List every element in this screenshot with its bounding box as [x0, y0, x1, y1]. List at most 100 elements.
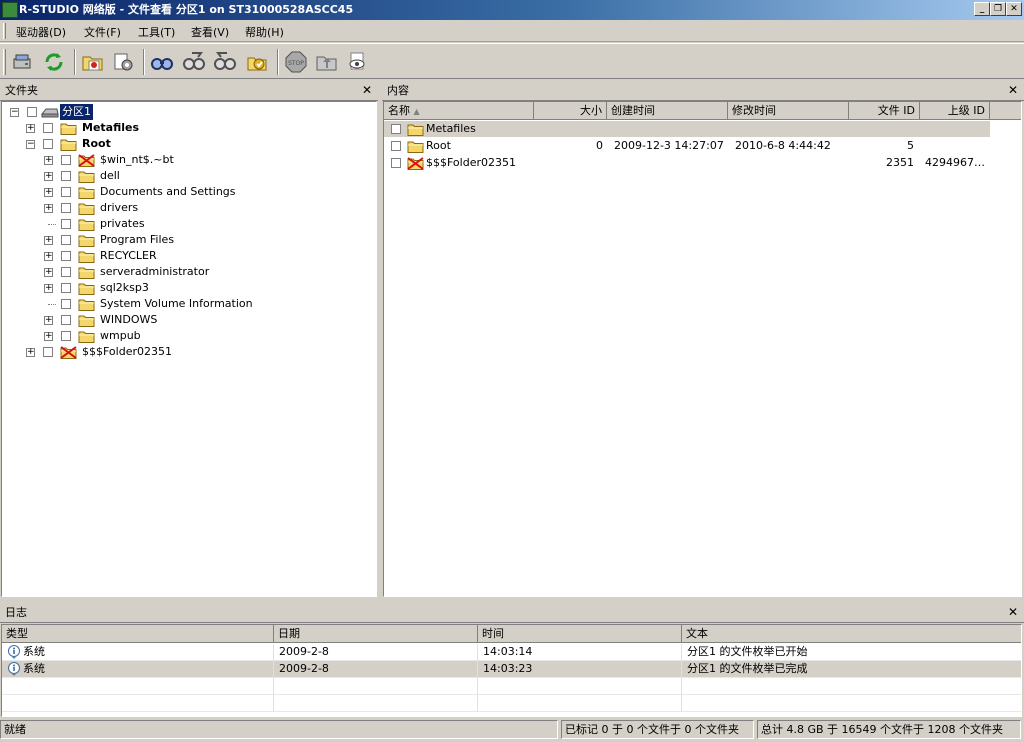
find-icon[interactable] — [150, 50, 174, 74]
expand-icon[interactable]: + — [26, 348, 35, 357]
mark-icon[interactable] — [245, 50, 269, 74]
contents-list[interactable]: 名称 ▲ 大小 创建时间 修改时间 文件 ID 上级 ID Metafiles R… — [383, 101, 1022, 597]
expand-icon[interactable]: + — [44, 188, 53, 197]
menu-grip[interactable] — [3, 23, 6, 39]
tree-item[interactable]: + dell — [2, 168, 372, 184]
preview-icon[interactable] — [346, 50, 370, 74]
row-checkbox[interactable] — [391, 124, 401, 134]
expand-icon[interactable]: + — [44, 204, 53, 213]
tree-item-checkbox[interactable] — [61, 235, 71, 245]
tree-item[interactable]: + wmpub — [2, 328, 372, 344]
tree-item-checkbox[interactable] — [61, 267, 71, 277]
tree-item[interactable]: + $win_nt$.~bt — [2, 152, 372, 168]
expand-icon[interactable]: + — [26, 124, 35, 133]
tree-item[interactable]: System Volume Information — [2, 296, 372, 312]
folder-tree[interactable]: − 分区1 + Metafiles − Root + $win_nt$.~bt + dell +… — [1, 101, 377, 597]
tree-item-checkbox[interactable] — [61, 299, 71, 309]
tree-item[interactable]: + RECYCLER — [2, 248, 372, 264]
expand-icon[interactable]: + — [44, 316, 53, 325]
col-header-modified[interactable]: 修改时间 — [728, 102, 849, 120]
tree-item-checkbox[interactable] — [61, 203, 71, 213]
expand-icon[interactable]: + — [44, 236, 53, 245]
row-checkbox[interactable] — [391, 141, 401, 151]
find-previous-icon[interactable] — [213, 50, 237, 74]
tree-root-row[interactable]: − 分区1 — [2, 103, 372, 121]
tree-item[interactable]: + WINDOWS — [2, 312, 372, 328]
expand-icon[interactable]: + — [44, 284, 53, 293]
tree-item[interactable]: + serveradministrator — [2, 264, 372, 280]
menu-drives[interactable]: 驱动器(D) — [16, 24, 66, 40]
tree-item-checkbox[interactable] — [61, 171, 71, 181]
table-row[interactable]: $$$Folder02351 2351 4294967… — [384, 155, 990, 171]
tree-item[interactable]: + drivers — [2, 200, 372, 216]
expand-icon[interactable]: + — [44, 156, 53, 165]
properties-icon[interactable] — [112, 50, 136, 74]
tree-item-checkbox[interactable] — [61, 219, 71, 229]
col-header-parent-id[interactable]: 上级 ID — [920, 102, 990, 120]
tree-item-checkbox[interactable] — [61, 283, 71, 293]
log-col-header-text[interactable]: 文本 — [682, 625, 1021, 643]
expand-icon[interactable]: + — [44, 252, 53, 261]
tree-item[interactable]: privates — [2, 216, 372, 232]
tree-item[interactable]: + Documents and Settings — [2, 184, 372, 200]
close-icon[interactable]: ✕ — [1008, 80, 1018, 101]
menu-file[interactable]: 文件(F) — [84, 24, 121, 40]
refresh-icon[interactable] — [42, 50, 66, 74]
log-row[interactable]: 系统 2009-2-8 14:03:14 分区1 的文件枚举已开始 — [2, 644, 1021, 661]
minimize-button[interactable]: _ — [974, 2, 990, 16]
menu-view[interactable]: 查看(V) — [191, 24, 229, 40]
log-col-header-type[interactable]: 类型 — [2, 625, 274, 643]
up-folder-icon[interactable] — [315, 50, 339, 74]
vertical-splitter[interactable] — [378, 80, 382, 598]
close-icon[interactable]: ✕ — [362, 80, 372, 101]
folder-icon — [78, 250, 95, 263]
tree-item[interactable]: + sql2ksp3 — [2, 280, 372, 296]
col-header-file-id[interactable]: 文件 ID — [849, 102, 920, 120]
title-bar[interactable]: R-STUDIO 网络版 - 文件查看 分区1 on ST31000528ASC… — [0, 0, 1024, 20]
log-cell-time: 14:03:23 — [483, 662, 533, 675]
tree-item-checkbox[interactable] — [43, 347, 53, 357]
table-row[interactable]: Root 0 2009-12-3 14:27:07 2010-6-8 4:44:42 5 — [384, 138, 990, 154]
new-folder-icon[interactable] — [81, 50, 105, 74]
expand-icon[interactable]: + — [44, 172, 53, 181]
stop-icon[interactable]: STOP — [284, 50, 308, 74]
collapse-icon[interactable]: − — [26, 140, 35, 149]
close-button[interactable]: ✕ — [1006, 2, 1022, 16]
expand-icon[interactable]: + — [44, 332, 53, 341]
col-header-created[interactable]: 创建时间 — [607, 102, 728, 120]
menu-tools[interactable]: 工具(T) — [138, 24, 175, 40]
tree-item[interactable]: − Root — [2, 136, 372, 152]
tree-item[interactable]: + Metafiles — [2, 120, 372, 136]
tree-root-checkbox[interactable] — [27, 107, 37, 117]
col-header-size[interactable]: 大小 — [534, 102, 607, 120]
tree-item-checkbox[interactable] — [61, 331, 71, 341]
expand-icon[interactable]: + — [44, 268, 53, 277]
column-gridline — [477, 695, 478, 712]
column-gridline — [273, 695, 274, 712]
restore-button[interactable]: ❐ — [990, 2, 1006, 16]
close-icon[interactable]: ✕ — [1008, 602, 1018, 623]
tree-item-checkbox[interactable] — [61, 155, 71, 165]
tree-item-checkbox[interactable] — [61, 315, 71, 325]
log-cell-date: 2009-2-8 — [279, 662, 329, 675]
log-list[interactable]: 类型 日期 时间 文本 系统 2009-2-8 14:03:14 分区1 的文件枚举已… — [1, 624, 1022, 717]
log-col-header-time[interactable]: 时间 — [478, 625, 682, 643]
tree-item-checkbox[interactable] — [61, 251, 71, 261]
col-header-name[interactable]: 名称 ▲ — [384, 102, 534, 120]
find-next-icon[interactable] — [182, 50, 206, 74]
row-checkbox[interactable] — [391, 158, 401, 168]
tree-item[interactable]: + $$$Folder02351 — [2, 344, 372, 360]
collapse-icon[interactable]: − — [10, 108, 19, 117]
menu-help[interactable]: 帮助(H) — [245, 24, 284, 40]
tree-item-checkbox[interactable] — [43, 123, 53, 133]
log-row[interactable]: 系统 2009-2-8 14:03:23 分区1 的文件枚举已完成 — [2, 661, 1021, 678]
tree-item-checkbox[interactable] — [43, 139, 53, 149]
log-col-header-date[interactable]: 日期 — [274, 625, 478, 643]
open-drive-icon[interactable] — [11, 50, 35, 74]
tree-item-checkbox[interactable] — [61, 187, 71, 197]
column-gridline — [681, 661, 682, 678]
column-gridline — [273, 644, 274, 661]
table-row[interactable]: Metafiles — [384, 121, 990, 137]
toolbar-grip[interactable] — [3, 49, 6, 75]
tree-item[interactable]: + Program Files — [2, 232, 372, 248]
